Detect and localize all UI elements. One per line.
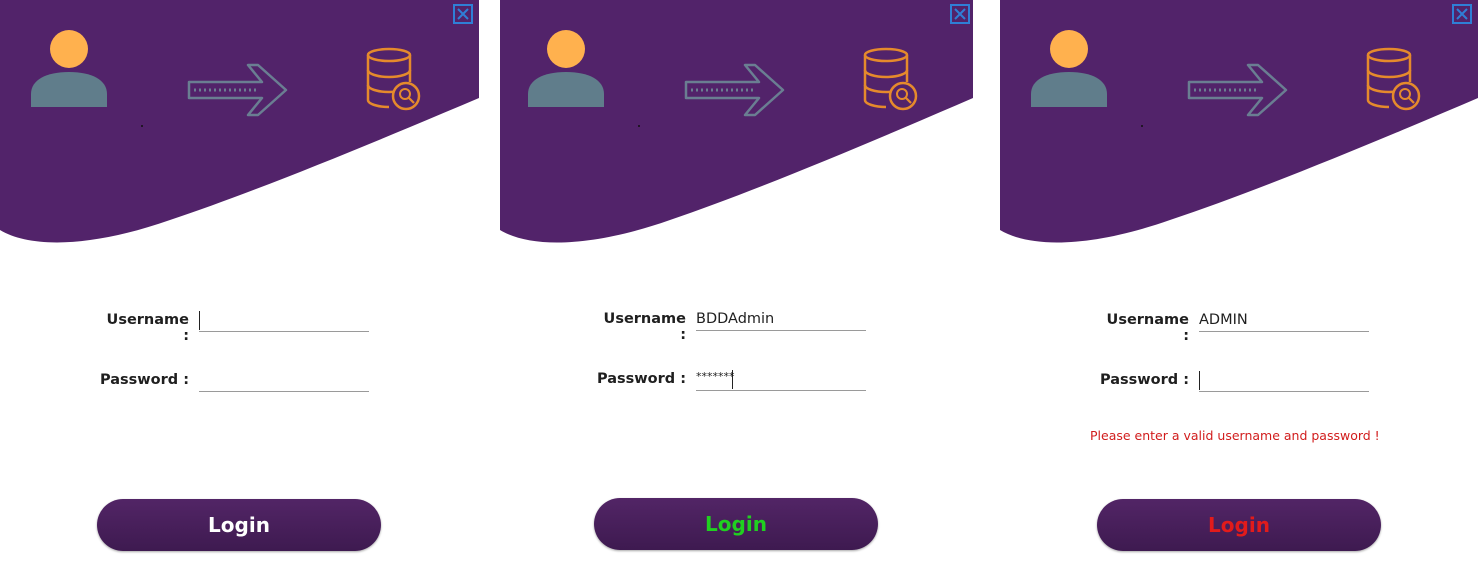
- password-input[interactable]: [199, 371, 369, 392]
- login-window-1: Username : Password : Login: [0, 0, 479, 580]
- user-avatar-icon: [31, 30, 107, 107]
- stray-dot: [141, 125, 143, 127]
- close-button[interactable]: [453, 4, 473, 24]
- stray-dot: [1141, 125, 1143, 127]
- login-window-2: Username : BDDAdmin Password : ******* L…: [500, 0, 979, 580]
- username-label: Username :: [106, 312, 189, 344]
- password-value: *******: [696, 370, 735, 383]
- user-avatar-icon: [528, 30, 604, 107]
- username-value: ADMIN: [1199, 312, 1248, 328]
- password-label: Password :: [596, 371, 686, 387]
- error-message: Please enter a valid username and passwo…: [1090, 428, 1380, 443]
- password-input[interactable]: [1199, 371, 1369, 392]
- username-input[interactable]: ADMIN: [1199, 311, 1369, 332]
- close-icon: [457, 8, 469, 20]
- login-button[interactable]: Login: [1097, 499, 1381, 551]
- login-button[interactable]: Login: [594, 498, 878, 550]
- password-label: Password :: [1099, 372, 1189, 388]
- arrow-right-icon: [1187, 63, 1288, 117]
- close-icon: [1456, 8, 1468, 20]
- username-value: BDDAdmin: [696, 311, 775, 327]
- username-input[interactable]: [199, 311, 369, 332]
- username-label: Username :: [1106, 312, 1189, 344]
- password-input[interactable]: *******: [696, 370, 866, 391]
- login-window-3: Username : ADMIN Password : Please enter…: [1000, 0, 1478, 580]
- username-input[interactable]: BDDAdmin: [696, 310, 866, 331]
- arrow-right-icon: [187, 63, 288, 117]
- text-caret: [199, 311, 200, 330]
- text-caret: [1199, 371, 1200, 390]
- database-search-icon: [1366, 47, 1421, 111]
- arrow-right-icon: [684, 63, 785, 117]
- user-avatar-icon: [1031, 30, 1107, 107]
- close-icon: [954, 8, 966, 20]
- login-button[interactable]: Login: [97, 499, 381, 551]
- username-label: Username :: [603, 311, 686, 343]
- database-search-icon: [366, 47, 421, 111]
- password-label: Password :: [99, 372, 189, 388]
- close-button[interactable]: [1452, 4, 1472, 24]
- stray-dot: [638, 125, 640, 127]
- database-search-icon: [863, 47, 918, 111]
- text-caret: [732, 370, 733, 389]
- close-button[interactable]: [950, 4, 970, 24]
